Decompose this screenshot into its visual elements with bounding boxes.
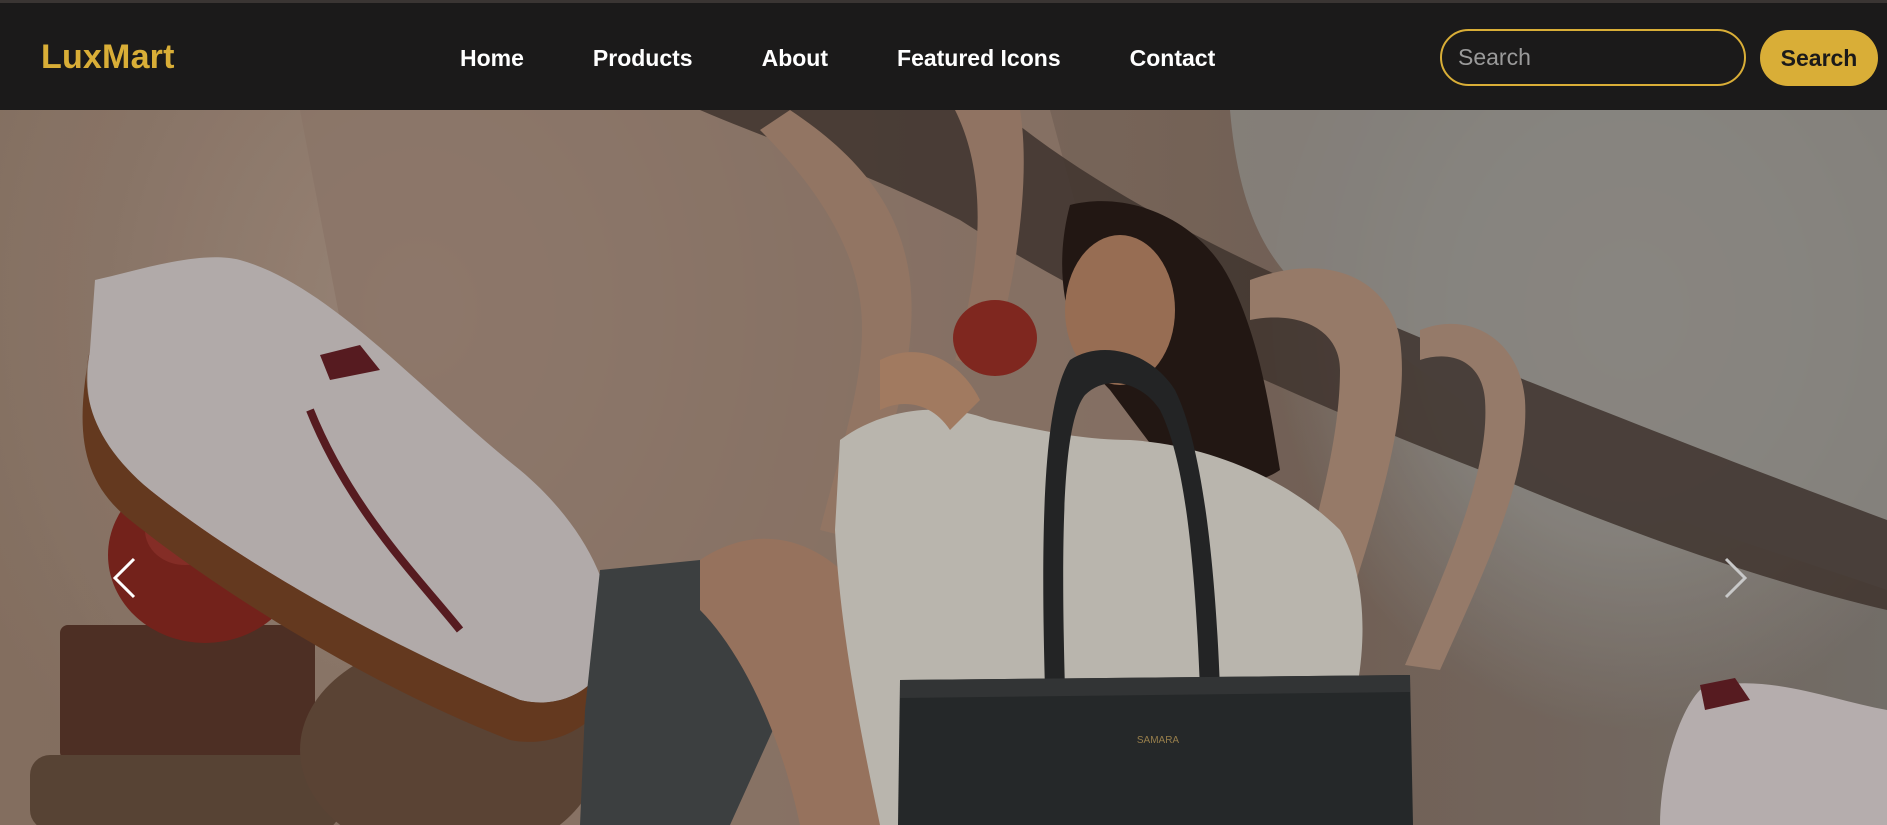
nav-link-about[interactable]: About xyxy=(762,45,828,72)
carousel-next-button[interactable] xyxy=(1724,557,1784,637)
hero-image: SAMARA xyxy=(30,110,1887,825)
chevron-left-icon xyxy=(112,557,136,599)
nav-link-home[interactable]: Home xyxy=(460,45,524,72)
brand-logo[interactable]: LuxMart xyxy=(41,38,175,77)
main-nav: Home Products About Featured Icons Conta… xyxy=(460,45,1215,72)
nav-link-contact[interactable]: Contact xyxy=(1130,45,1216,72)
carousel-prev-button[interactable] xyxy=(112,557,172,637)
search-input[interactable] xyxy=(1440,29,1746,86)
search-button[interactable]: Search xyxy=(1760,30,1878,86)
chevron-right-icon xyxy=(1724,557,1748,599)
nav-link-products[interactable]: Products xyxy=(593,45,693,72)
hero-carousel: SAMARA xyxy=(0,110,1887,825)
tote-brand-label: SAMARA xyxy=(1137,735,1180,746)
navbar: LuxMart Home Products About Featured Ico… xyxy=(0,3,1887,110)
nav-link-featured-icons[interactable]: Featured Icons xyxy=(897,45,1061,72)
